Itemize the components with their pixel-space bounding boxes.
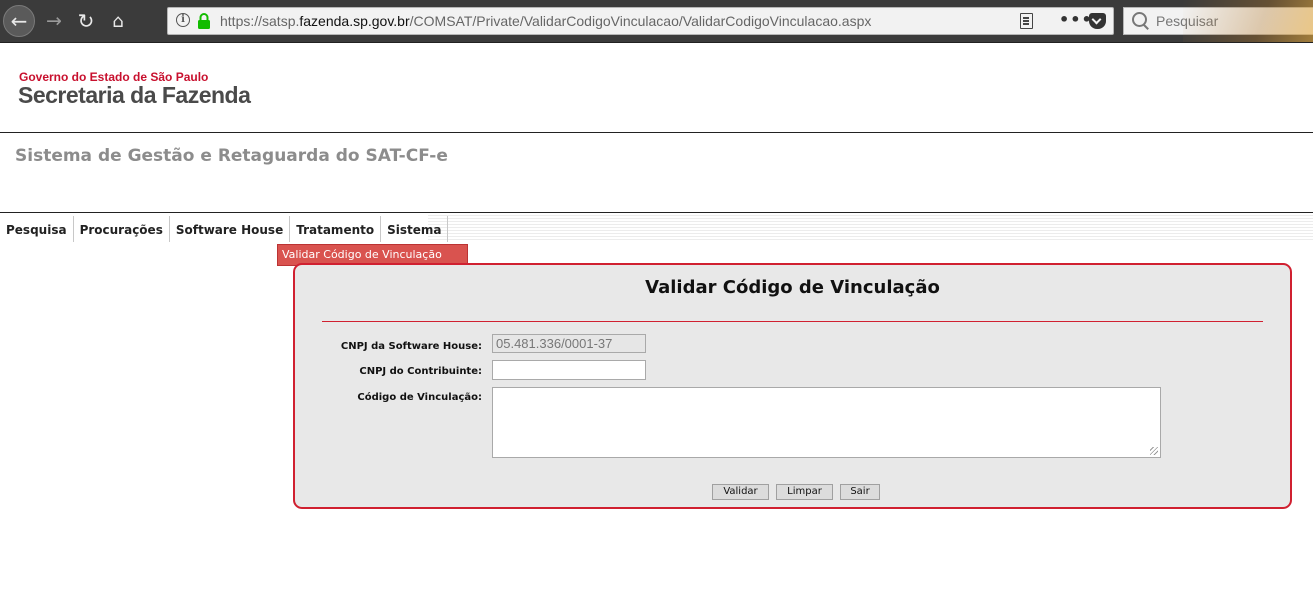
software-house-cnpj-label: CNPJ da Software House: xyxy=(340,341,482,352)
menu-item-pesquisa[interactable]: Pesquisa xyxy=(0,216,74,242)
back-arrow-icon[interactable]: ← xyxy=(3,5,35,37)
contribuinte-cnpj-label: CNPJ do Contribuinte: xyxy=(359,366,482,377)
menu-item-procuracoes[interactable]: Procurações xyxy=(74,216,170,242)
address-bar[interactable]: i https://satsp.fazenda.sp.gov.br/COMSAT… xyxy=(167,7,1114,35)
sair-button[interactable]: Sair xyxy=(840,484,880,500)
codigo-vinculacao-field[interactable] xyxy=(492,387,1161,458)
url-text[interactable]: https://satsp.fazenda.sp.gov.br/COMSAT/P… xyxy=(220,13,871,29)
search-icon xyxy=(1132,12,1147,27)
system-title: Sistema de Gestão e Retaguarda do SAT-CF… xyxy=(15,146,448,166)
menu-item-software-house[interactable]: Software House xyxy=(170,216,291,242)
search-placeholder: Pesquisar xyxy=(1156,13,1219,29)
menu-item-sistema[interactable]: Sistema xyxy=(381,216,449,242)
home-icon[interactable]: ⌂ xyxy=(103,6,133,36)
menu-bar-background xyxy=(428,213,1313,241)
limpar-button[interactable]: Limpar xyxy=(776,484,833,500)
browser-toolbar: ← → ↻ ⌂ i https://satsp.fazenda.sp.gov.b… xyxy=(0,0,1313,43)
search-input[interactable]: Pesquisar xyxy=(1123,7,1313,35)
secretaria-logo-text: Secretaria da Fazenda xyxy=(18,82,251,108)
contribuinte-cnpj-field[interactable] xyxy=(492,360,646,380)
menu-item-tratamento[interactable]: Tratamento xyxy=(290,216,382,242)
panel-title: Validar Código de Vinculação xyxy=(645,277,940,298)
info-icon[interactable]: i xyxy=(176,13,190,27)
software-house-cnpj-field[interactable] xyxy=(492,334,646,353)
reload-icon[interactable]: ↻ xyxy=(71,6,101,36)
panel-divider xyxy=(322,321,1263,322)
codigo-vinculacao-label: Código de Vinculação: xyxy=(357,392,482,403)
validar-button[interactable]: Validar xyxy=(712,484,769,500)
header-divider xyxy=(0,132,1313,133)
pocket-icon[interactable] xyxy=(1089,13,1106,29)
validation-panel: Validar Código de Vinculação CNPJ da Sof… xyxy=(293,263,1292,509)
forward-arrow-icon[interactable]: → xyxy=(39,6,69,36)
reader-view-icon[interactable] xyxy=(1020,13,1033,29)
main-menu: Pesquisa Procurações Software House Trat… xyxy=(0,216,449,242)
lock-icon xyxy=(198,13,210,29)
more-actions-icon[interactable]: ••• xyxy=(1059,10,1093,29)
